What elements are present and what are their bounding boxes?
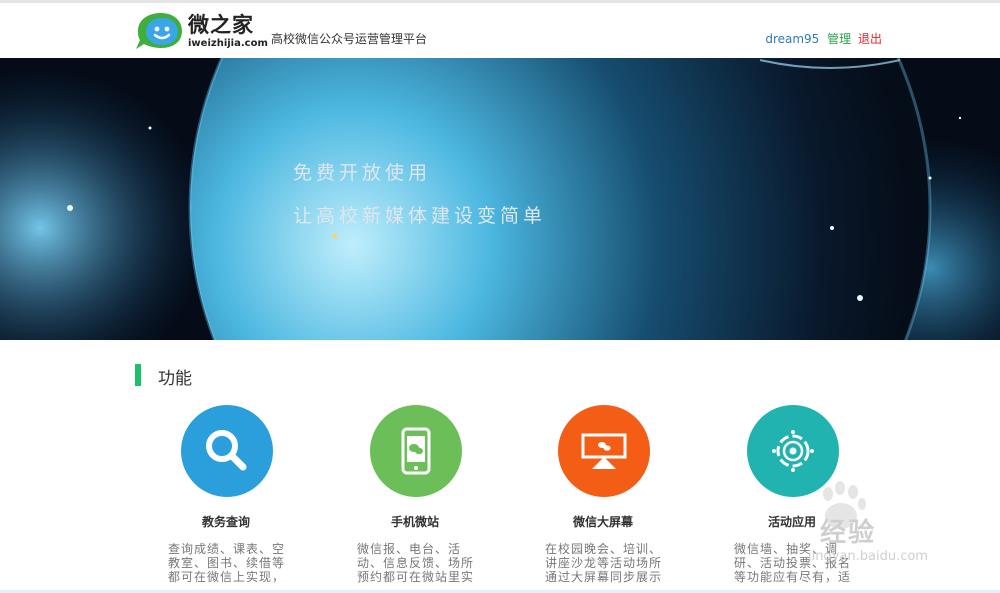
feature-description: 微信报、电台、活动、信息反馈、场所预约都可在微站里实 <box>357 542 475 584</box>
section-title: 功能 <box>158 369 192 389</box>
feature-icon-circle[interactable] <box>181 405 273 497</box>
feature-description: 查询成绩、课表、空教室、图书、续借等都可在微信上实现， <box>168 542 286 584</box>
phone-wechat-icon <box>401 427 431 475</box>
logo[interactable]: 微之家 iweizhijia.com <box>134 9 268 53</box>
logo-bubble-icon <box>136 13 182 49</box>
section-accent-bar <box>135 364 141 386</box>
feature-icon-circle[interactable] <box>370 405 462 497</box>
feature-title: 微信大屏幕 <box>572 515 633 529</box>
site-slogan: 高校微信公众号运营管理平台 <box>271 32 428 46</box>
logo-domain: iweizhijia.com <box>188 38 268 49</box>
logo-title: 微之家 <box>188 13 254 37</box>
manage-link[interactable]: 管理 <box>827 32 851 46</box>
watermark-text: 经验 <box>820 518 877 548</box>
banner-subheadline: 让高校新媒体建设变简单 <box>293 205 547 227</box>
hero-banner: 免费开放使用 让高校新媒体建设变简单 <box>0 58 1000 340</box>
feature-title: 教务查询 <box>201 515 250 529</box>
planet-illustration <box>0 58 1000 340</box>
magnifier-icon <box>206 430 247 471</box>
feature-title: 手机微站 <box>390 515 439 529</box>
user-menu: dream95 管理 退出 <box>765 30 882 47</box>
banner-headline: 免费开放使用 <box>293 162 432 184</box>
logout-link[interactable]: 退出 <box>858 32 882 46</box>
screen-icon <box>581 433 627 469</box>
header: 微之家 iweizhijia.com 高校微信公众号运营管理平台 dream95… <box>0 3 1000 57</box>
feature-description: 在校园晚会、培训、讲座沙龙等活动场所通过大屏幕同步展示 <box>545 542 663 584</box>
username-link[interactable]: dream95 <box>765 32 819 46</box>
watermark-url: jingyan.baidu.com <box>808 549 928 564</box>
feature-icon-circle[interactable] <box>558 405 650 497</box>
